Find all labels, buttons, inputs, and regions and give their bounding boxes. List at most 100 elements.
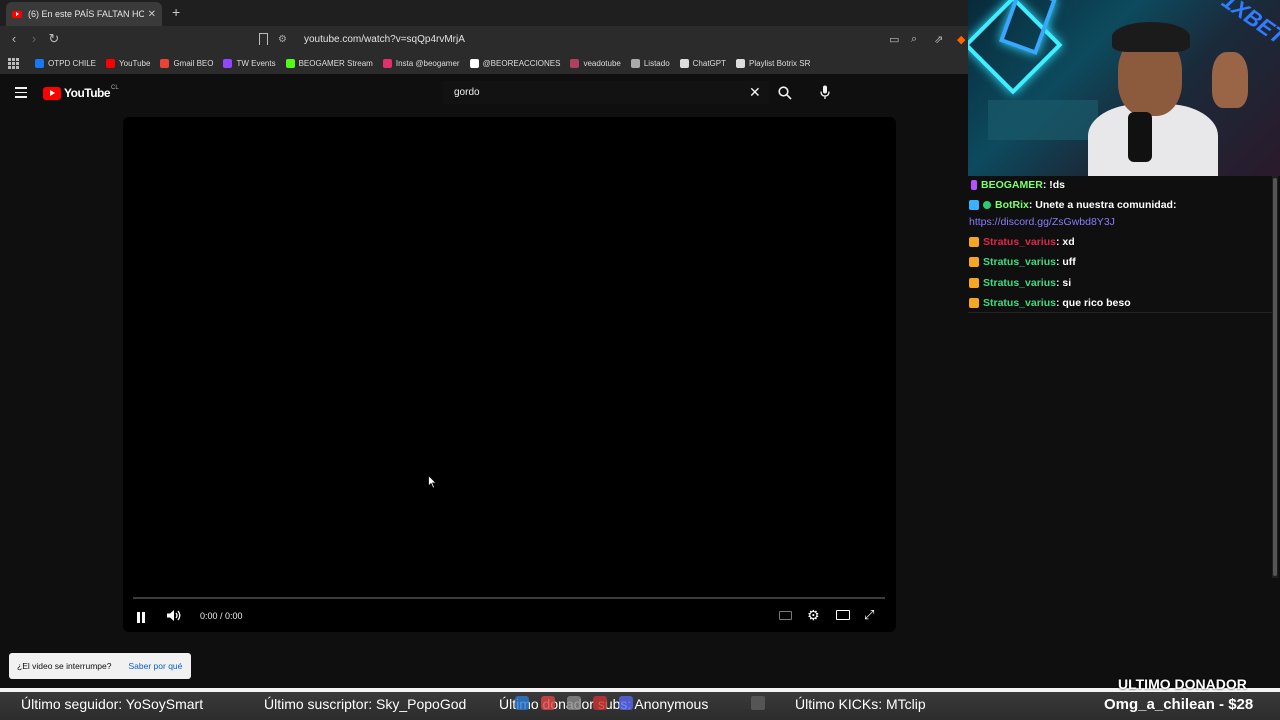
bookmark-favicon-icon [736, 58, 745, 68]
bookmark-item[interactable]: OTPD CHILE [35, 58, 97, 68]
chat-username[interactable]: BotRix [995, 199, 1029, 211]
app-icon[interactable] [515, 696, 529, 710]
forward-icon[interactable]: › [26, 31, 42, 46]
bookmark-item[interactable]: YouTube [106, 58, 151, 68]
video-player[interactable] [123, 117, 896, 632]
bookmark-item[interactable]: Insta @beogamer [382, 58, 460, 68]
bookmark-item[interactable]: TW Events [223, 58, 276, 68]
microphone-icon[interactable] [820, 85, 830, 100]
apps-grid-icon[interactable] [8, 57, 19, 69]
desk [988, 100, 1098, 140]
bookmark-item[interactable]: veadotube [570, 58, 621, 68]
chat-scrollbar[interactable] [1272, 176, 1278, 578]
bookmark-item[interactable]: Gmail BEO [160, 58, 214, 68]
close-tab-icon[interactable]: ✕ [148, 9, 156, 20]
bookmark-label: @BEOREACCIONES [482, 58, 561, 68]
bookmark-favicon-icon [630, 58, 640, 68]
app-icon[interactable] [541, 696, 555, 710]
bookmark-favicon-icon [382, 58, 392, 68]
streamer-webcam: 1XBET [968, 0, 1280, 176]
url-text: youtube.com/watch?v=sqQp4rvMrjA [304, 34, 465, 45]
bookmark-label: Gmail BEO [173, 58, 214, 68]
bookmark-label: Listado [643, 58, 670, 68]
bookmark-item[interactable]: Playlist Botrix SR [736, 58, 811, 68]
chat-username[interactable]: Stratus_varius [983, 236, 1056, 248]
address-bar[interactable]: ⚙ youtube.com/watch?v=sqQp4rvMrjA [278, 30, 878, 49]
last-follower: Último seguidor: YoSoySmart [21, 696, 204, 712]
settings-gear-icon[interactable]: ⚙ [807, 607, 820, 624]
chat-username[interactable]: Stratus_varius [983, 256, 1056, 268]
mouse-cursor-icon [428, 475, 437, 489]
chat-message: BEOGAMER : !ds [969, 179, 1065, 191]
crown-badge-icon [969, 237, 979, 247]
chat-divider [968, 312, 1272, 313]
verified-badge-icon [983, 201, 991, 209]
app-icon[interactable] [593, 696, 607, 710]
search-icon[interactable] [778, 86, 792, 100]
chat-message: Stratus_varius : si [969, 277, 1071, 289]
sponsor-logo: 1XBET [1217, 0, 1280, 50]
chat-message: Stratus_varius : xd [969, 236, 1075, 248]
crown-badge-icon [969, 278, 979, 288]
discord-icon[interactable] [619, 696, 633, 710]
bot-badge-icon [969, 200, 979, 210]
subtitles-icon[interactable] [779, 611, 792, 620]
bookmark-favicon-icon [285, 58, 295, 68]
chat-username[interactable]: Stratus_varius [983, 297, 1056, 309]
bookmark-item[interactable]: BEOGAMER Stream [285, 58, 373, 68]
bookmark-label: Insta @beogamer [395, 58, 460, 68]
search-input[interactable]: gordo [443, 81, 769, 104]
bookmark-favicon-icon [469, 58, 479, 68]
chat-link-line: https://discord.gg/ZsGwbd8Y3J [969, 216, 1115, 228]
discord-link[interactable]: https://discord.gg/ZsGwbd8Y3J [969, 216, 1115, 228]
bookmark-item[interactable]: Listado [630, 58, 670, 68]
bookmark-favicon-icon [223, 58, 233, 68]
chat-text: : Unete a nuestra comunidad: [1028, 199, 1177, 211]
chat-username[interactable]: BEOGAMER [981, 179, 1043, 191]
crown-badge-icon [969, 298, 979, 308]
browser-tab[interactable]: (6) En este PAÍS FALTAN HOMBRES ✕ [6, 2, 162, 26]
pause-icon[interactable] [137, 610, 147, 623]
bookmark-favicon-icon [679, 58, 689, 68]
bookmark-item[interactable]: @BEOREACCIONES [469, 58, 561, 68]
mic-badge-icon [971, 180, 977, 190]
bookmark-label: YouTube [119, 58, 151, 68]
last-donor-title: ULTIMO DONADOR [1118, 676, 1247, 692]
last-subscriber: Último suscriptor: Sky_PopoGod [264, 696, 467, 712]
time-display: 0:00 / 0:00 [200, 611, 243, 621]
youtube-play-logo-icon [43, 86, 61, 100]
clear-search-icon[interactable]: ✕ [749, 84, 761, 101]
new-tab-icon[interactable]: + [172, 4, 180, 20]
bookmark-favicon-icon [160, 58, 170, 68]
volume-icon[interactable] [166, 609, 182, 622]
bookmark-star-icon[interactable] [259, 33, 268, 45]
chat-message: Stratus_varius : uff [969, 256, 1076, 268]
chat-message: Stratus_varius : que rico beso [969, 297, 1131, 309]
youtube-favicon-icon [12, 10, 22, 18]
brave-icon[interactable]: ◆ [957, 33, 965, 46]
youtube-logo[interactable]: YouTube CL [43, 85, 119, 100]
taskbar-icons [515, 696, 645, 710]
bookmark-item[interactable]: ChatGPT [679, 58, 726, 68]
back-icon[interactable]: ‹ [6, 31, 22, 46]
tab-title: (6) En este PAÍS FALTAN HOMBRES [28, 9, 144, 19]
cast-icon[interactable]: ▭ [889, 33, 899, 46]
crown-badge-icon [969, 257, 979, 267]
epic-games-icon[interactable] [751, 696, 765, 710]
chat-username[interactable]: Stratus_varius [983, 277, 1056, 289]
progress-bar[interactable] [133, 597, 885, 599]
zoom-icon[interactable]: ⌕ [911, 33, 917, 46]
share-icon[interactable]: ⇗ [934, 33, 943, 46]
bookmark-label: Playlist Botrix SR [749, 58, 811, 68]
learn-why-link[interactable]: Saber por qué [129, 661, 183, 671]
bookmark-favicon-icon [106, 58, 116, 68]
app-icon[interactable] [567, 696, 581, 710]
bookmark-label: BEOGAMER Stream [298, 58, 373, 68]
menu-icon[interactable] [15, 87, 27, 101]
theater-mode-icon[interactable] [836, 610, 850, 620]
site-info-icon[interactable]: ⚙ [278, 34, 292, 45]
bookmark-label: OTPD CHILE [48, 58, 97, 68]
reload-icon[interactable]: ↻ [46, 31, 62, 47]
bookmark-favicon-icon [570, 58, 580, 68]
fullscreen-icon[interactable]: ⤢ [864, 607, 874, 623]
